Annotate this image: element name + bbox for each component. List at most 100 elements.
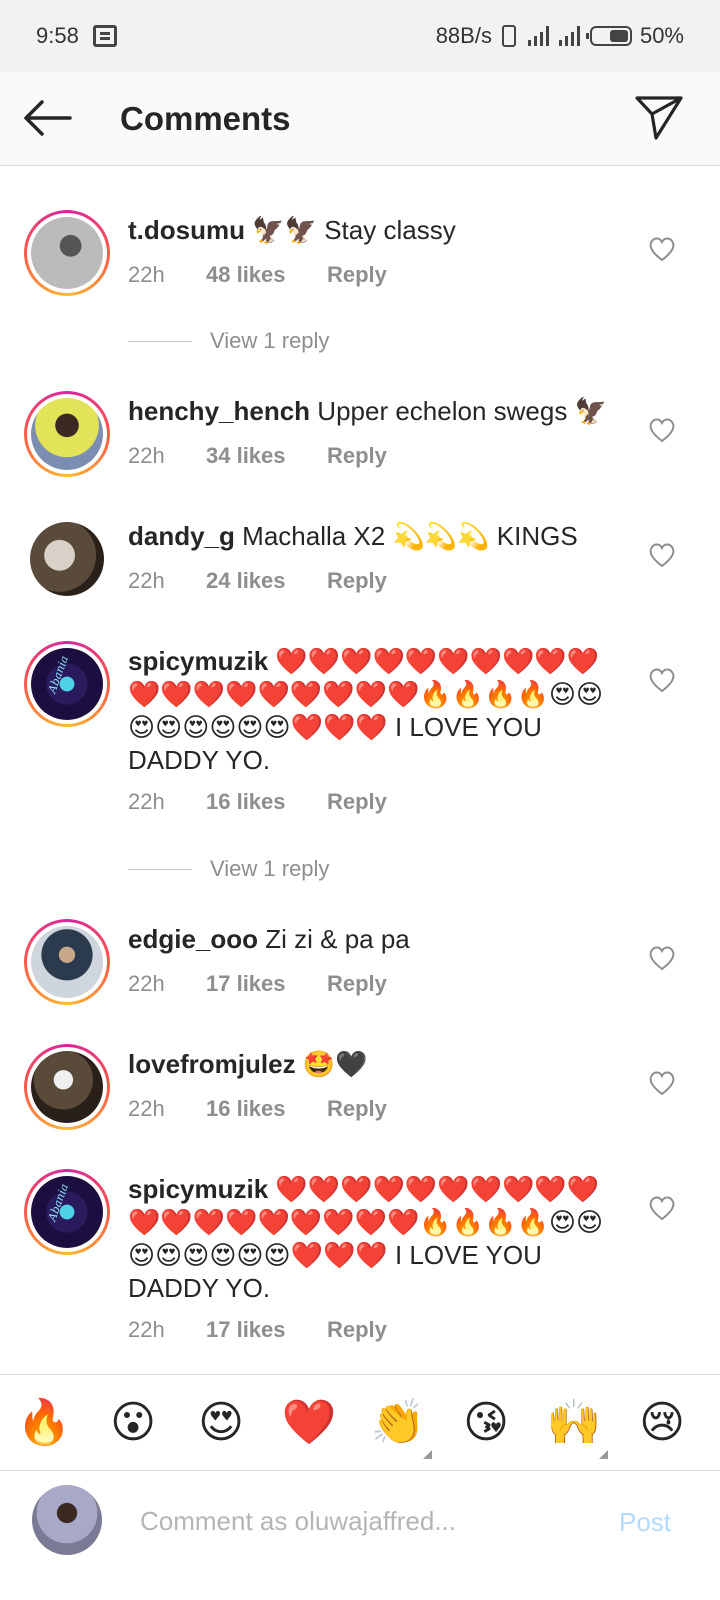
comment-input[interactable] <box>140 1501 580 1541</box>
comment-time: 22h <box>128 971 165 996</box>
page-title: Comments <box>120 100 291 137</box>
heart-icon[interactable] <box>648 236 676 262</box>
comment-username[interactable]: spicymuzik <box>128 1174 268 1204</box>
comment-text: lovefromjulez 🤩🖤 <box>128 1048 618 1081</box>
skin-tone-indicator <box>599 1450 608 1459</box>
comment-username[interactable]: dandy_g <box>128 521 235 551</box>
comment-likes[interactable]: 34 likes <box>206 443 327 469</box>
comment-meta: 22h 34 likes Reply <box>128 443 387 469</box>
avatar-brand: Abania <box>45 1182 72 1223</box>
comment-text: t.dosumu 🦅🦅 Stay classy <box>128 214 618 247</box>
avatar[interactable]: Abania <box>24 1169 110 1255</box>
comment-text: edgie_ooo Zi zi & pa pa <box>128 923 618 956</box>
heart-eyes-emoji-button[interactable]: 😍 <box>193 1397 249 1449</box>
avatar[interactable] <box>24 210 110 296</box>
comment-meta: 22h 17 likes Reply <box>128 971 387 997</box>
reply-button[interactable]: Reply <box>327 789 387 815</box>
crying-emoji-button[interactable]: 😢 <box>634 1397 690 1449</box>
comment-text: henchy_hench Upper echelon swegs 🦅 <box>128 395 618 428</box>
comment-meta: 22h 16 likes Reply <box>128 789 387 815</box>
comment-likes[interactable]: 17 likes <box>206 1317 327 1343</box>
heart-icon[interactable] <box>648 667 676 693</box>
comment-likes[interactable]: 17 likes <box>206 971 327 997</box>
quick-emoji-bar: 🔥 😮 😍 ❤️ 👏 😘 🙌 😢 <box>0 1374 720 1470</box>
comment-username[interactable]: t.dosumu <box>128 215 245 245</box>
comment-meta: 22h 17 likes Reply <box>128 1317 387 1343</box>
comment-time: 22h <box>128 1096 165 1121</box>
skin-tone-indicator <box>423 1450 432 1459</box>
news-icon <box>92 25 117 47</box>
comment-text: spicymuzik ❤️❤️❤️❤️❤️❤️❤️❤️❤️❤️❤️❤️❤️❤️❤… <box>128 1173 618 1305</box>
clap-emoji-button[interactable]: 👏 <box>370 1397 426 1449</box>
divider <box>128 868 192 870</box>
avatar[interactable] <box>24 919 110 1005</box>
comment-body: 🤩🖤 <box>302 1049 368 1079</box>
status-time: 9:58 <box>36 23 79 48</box>
comment-body: Zi zi & pa pa <box>265 924 410 954</box>
heart-icon[interactable] <box>648 1070 676 1096</box>
battery-icon <box>585 26 632 46</box>
view-replies-label: View 1 reply <box>210 856 330 881</box>
comment-text: dandy_g Machalla X2 💫💫💫 KINGS <box>128 520 618 553</box>
reply-button[interactable]: Reply <box>327 262 387 288</box>
comment-username[interactable]: spicymuzik <box>128 646 268 676</box>
comment-body: 🦅🦅 Stay classy <box>252 215 456 245</box>
comment-body: Machalla X2 💫💫💫 KINGS <box>242 521 578 551</box>
comment-username[interactable]: edgie_ooo <box>128 924 258 954</box>
comment-text: spicymuzik ❤️❤️❤️❤️❤️❤️❤️❤️❤️❤️❤️❤️❤️❤️❤… <box>128 645 618 777</box>
comment-likes[interactable]: 16 likes <box>206 1096 327 1122</box>
fire-emoji-button[interactable]: 🔥 <box>16 1397 72 1449</box>
comment-meta: 22h 24 likes Reply <box>128 568 387 594</box>
comment-time: 22h <box>128 568 165 593</box>
view-replies-label: View 1 reply <box>210 328 330 353</box>
reply-button[interactable]: Reply <box>327 971 387 997</box>
comment-likes[interactable]: 48 likes <box>206 262 327 288</box>
comment-likes[interactable]: 16 likes <box>206 789 327 815</box>
signal-2-icon <box>558 26 580 46</box>
avatar[interactable] <box>24 516 110 602</box>
heart-icon[interactable] <box>648 417 676 443</box>
comment-likes[interactable]: 24 likes <box>206 568 327 594</box>
post-button[interactable]: Post <box>619 1507 671 1538</box>
comment-time: 22h <box>128 789 165 814</box>
signal-icon <box>527 26 549 46</box>
heart-icon[interactable] <box>648 945 676 971</box>
view-replies-button[interactable]: View 1 reply <box>128 328 329 354</box>
comment-time: 22h <box>128 262 165 287</box>
comment-username[interactable]: lovefromjulez <box>128 1049 296 1079</box>
raised-hands-emoji-wrap: 🙌 <box>546 1397 608 1459</box>
reply-button[interactable]: Reply <box>327 568 387 594</box>
raised-hands-emoji-button[interactable]: 🙌 <box>546 1397 602 1449</box>
view-replies-button[interactable]: View 1 reply <box>128 856 329 882</box>
comment-composer: Post <box>0 1470 720 1600</box>
avatar-brand: Abania <box>45 654 72 695</box>
back-arrow-icon[interactable] <box>22 98 72 138</box>
comment-username[interactable]: henchy_hench <box>128 396 310 426</box>
avatar[interactable] <box>24 1044 110 1130</box>
clap-emoji-wrap: 👏 <box>370 1397 432 1459</box>
red-heart-emoji-button[interactable]: ❤️ <box>281 1397 337 1449</box>
comment-meta: 22h 16 likes Reply <box>128 1096 387 1122</box>
vibrate-icon <box>501 25 516 47</box>
comment-body: Upper echelon swegs 🦅 <box>317 396 607 426</box>
reply-button[interactable]: Reply <box>327 443 387 469</box>
network-speed: 88B/s <box>435 23 492 48</box>
comment-time: 22h <box>128 443 165 468</box>
avatar[interactable]: Abania <box>24 641 110 727</box>
my-avatar <box>32 1485 102 1555</box>
battery-level: 50% <box>639 23 684 48</box>
status-bar: 9:58 88B/s 50% <box>0 0 720 72</box>
surprised-emoji-button[interactable]: 😮 <box>105 1397 161 1449</box>
comment-meta: 22h 48 likes Reply <box>128 262 387 288</box>
reply-button[interactable]: Reply <box>327 1096 387 1122</box>
reply-button[interactable]: Reply <box>327 1317 387 1343</box>
heart-icon[interactable] <box>648 542 676 568</box>
kiss-emoji-button[interactable]: 😘 <box>458 1397 514 1449</box>
send-icon[interactable] <box>634 94 684 142</box>
comment-time: 22h <box>128 1317 165 1342</box>
avatar[interactable] <box>24 391 110 477</box>
comment-list[interactable]: t.dosumu 🦅🦅 Stay classy 22h 48 likes Rep… <box>0 167 720 1374</box>
header: Comments <box>0 72 720 166</box>
heart-icon[interactable] <box>648 1195 676 1221</box>
divider <box>128 340 192 342</box>
